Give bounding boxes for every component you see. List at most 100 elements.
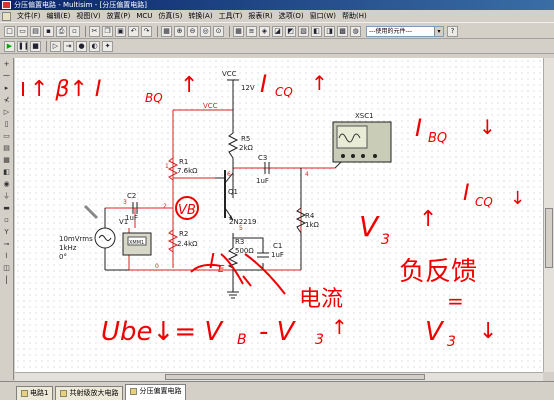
basic-icon[interactable]: ⁓ <box>1 71 12 82</box>
capacitor-c1[interactable]: C1 1uF <box>257 242 284 259</box>
electromech-icon[interactable]: ⊸ <box>1 239 12 250</box>
stop-simulation-icon[interactable]: ■ <box>30 40 41 52</box>
misc-icon[interactable]: ▬ <box>1 203 12 214</box>
place-hierarchical-icon[interactable]: ◫ <box>1 263 12 274</box>
component-wizard-icon[interactable]: ◈ <box>259 25 270 37</box>
zoom-fit-icon[interactable]: ⊙ <box>213 25 224 37</box>
indicator-icon[interactable]: ◉ <box>1 179 12 190</box>
circuit-file-icon <box>21 389 28 397</box>
spreadsheet-icon[interactable]: ▦ <box>233 25 244 37</box>
tab-voltage-divider-bias[interactable]: 分压偏置电路 <box>125 384 187 400</box>
transistor-q1[interactable]: Q1 2N2219 <box>215 170 257 226</box>
menu-mcu[interactable]: MCU <box>133 10 155 23</box>
debug-icon[interactable]: ◐ <box>89 40 100 52</box>
advanced-periph-icon[interactable]: ▫ <box>1 215 12 226</box>
new-file-icon[interactable]: □ <box>4 25 15 37</box>
undo-icon[interactable]: ↶ <box>128 25 139 37</box>
breakpoint-icon[interactable]: ● <box>76 40 87 52</box>
menu-tools[interactable]: 工具(T) <box>216 10 246 23</box>
help-button[interactable]: ? <box>447 25 458 37</box>
place-bus-icon[interactable]: ⎮ <box>1 275 12 286</box>
redo-icon[interactable]: ↷ <box>141 25 152 37</box>
document-tab-bar: 电路1 共射级放大电路 分压偏置电路 <box>0 381 554 400</box>
annot-icq-down: I <box>463 181 470 206</box>
mcu-icon[interactable]: ▤ <box>1 143 12 154</box>
transistor-icon[interactable]: ⊀ <box>1 95 12 106</box>
paste-icon[interactable]: ▣ <box>115 25 126 37</box>
ttl-icon[interactable]: ▯ <box>1 119 12 130</box>
vcc-source[interactable]: VCC 12V VCC <box>203 70 255 110</box>
menu-options[interactable]: 选项(O) <box>276 10 307 23</box>
schematic-canvas[interactable]: VCC 12V VCC R5 2kΩ R1 7.6kΩ R2 2.4kΩ R3 … <box>15 58 543 372</box>
document-icon[interactable] <box>2 11 11 21</box>
resistor-r5[interactable]: R5 2kΩ <box>227 132 254 159</box>
erc-icon[interactable]: ▧ <box>298 25 309 37</box>
chevron-down-icon[interactable]: ▾ <box>434 26 443 36</box>
open-file-icon[interactable]: ▭ <box>17 25 28 37</box>
copy-icon[interactable]: ❐ <box>102 25 113 37</box>
save-icon[interactable]: ▪ <box>43 25 54 37</box>
zoom-out-icon[interactable]: ⊖ <box>187 25 198 37</box>
menu-reports[interactable]: 报表(R) <box>245 10 275 23</box>
r1-ref: R1 <box>179 158 188 166</box>
diode-icon[interactable]: ▸ <box>1 83 12 94</box>
forward-annotate-icon[interactable]: ▩ <box>337 25 348 37</box>
horizontal-scrollbar[interactable] <box>15 372 543 381</box>
source-icon[interactable]: + <box>1 59 12 70</box>
cmos-icon[interactable]: ▭ <box>1 131 12 142</box>
tab-common-emitter[interactable]: 共射级放大电路 <box>55 386 124 400</box>
multimeter-xmm1[interactable]: XMM1 <box>83 204 152 256</box>
menu-place[interactable]: 放置(P) <box>104 10 134 23</box>
analog-icon[interactable]: ▷ <box>1 107 12 118</box>
menu-window[interactable]: 窗口(W) <box>307 10 339 23</box>
zoom-area-icon[interactable]: ◎ <box>200 25 211 37</box>
fuel-icon[interactable]: ◍ <box>350 25 361 37</box>
main-toolbar: □ ▭ ▤ ▪ ⎙ ▫ ✂ ❐ ▣ ↶ ↷ ▦ ⊕ ⊖ ◎ ⊙ ▦ ≡ ◈ ◪ … <box>0 24 554 39</box>
step-over-icon[interactable]: ⇥ <box>63 40 74 52</box>
fullscreen-icon[interactable]: ▦ <box>161 25 172 37</box>
step-icon[interactable]: ▷ <box>50 40 61 52</box>
tab-circuit1[interactable]: 电路1 <box>16 386 54 400</box>
c3-value: 1uF <box>256 177 269 185</box>
run-simulation-icon[interactable]: ▶ <box>4 40 15 52</box>
toolbar-separator <box>229 25 230 37</box>
probe-icon[interactable]: ✦ <box>102 40 113 52</box>
database-icon[interactable]: ≡ <box>246 25 257 37</box>
grapher-icon[interactable]: ◪ <box>272 25 283 37</box>
annot-ube-eq-arrow: ↑ <box>331 315 348 339</box>
misc-digital-icon[interactable]: ▦ <box>1 155 12 166</box>
power-icon[interactable]: ⏚ <box>1 191 12 202</box>
node-3: 3 <box>123 199 127 206</box>
capacitor-c3[interactable]: C3 1uF <box>256 154 270 185</box>
annot-current: 电流 <box>299 287 343 312</box>
r5-ref: R5 <box>241 135 250 143</box>
menu-view[interactable]: 视图(V) <box>73 10 103 23</box>
annotations: ↑ β↑ I BQ ↑ I CQ ↑ VB I BQ ↓ I CQ ↓ V 3 … <box>30 70 525 350</box>
menu-simulate[interactable]: 仿真(S) <box>155 10 185 23</box>
postprocessor-icon[interactable]: ◩ <box>285 25 296 37</box>
menu-help[interactable]: 帮助(H) <box>339 10 370 23</box>
back-annotate-icon[interactable]: ◨ <box>324 25 335 37</box>
vertical-scrollbar[interactable] <box>543 58 554 372</box>
resistor-r4[interactable]: R4 1kΩ <box>295 207 320 234</box>
in-use-component-list[interactable]: ---使用的元件--- ▾ <box>366 25 444 37</box>
cut-icon[interactable]: ✂ <box>89 25 100 37</box>
annotate-icon[interactable]: ◧ <box>311 25 322 37</box>
annot-icq-sub: CQ <box>275 85 293 99</box>
mixed-icon[interactable]: ◧ <box>1 167 12 178</box>
oscilloscope-xsc1[interactable]: XSC1 <box>332 112 392 163</box>
menu-transfer[interactable]: 转换(A) <box>185 10 215 23</box>
rf-icon[interactable]: Y <box>1 227 12 238</box>
ni-component-icon[interactable]: ⌇ <box>1 251 12 262</box>
print-preview-icon[interactable]: ▫ <box>69 25 80 37</box>
q1-ref: Q1 <box>228 188 238 196</box>
node-4: 4 <box>305 171 309 178</box>
horizontal-scroll-thumb[interactable] <box>165 374 425 380</box>
open-design-icon[interactable]: ▤ <box>30 25 41 37</box>
pause-simulation-icon[interactable]: ❚❚ <box>17 40 28 52</box>
menu-edit[interactable]: 编辑(E) <box>44 10 74 23</box>
menu-file[interactable]: 文件(F) <box>14 10 44 23</box>
vertical-scroll-thumb[interactable] <box>545 208 553 268</box>
print-icon[interactable]: ⎙ <box>56 25 67 37</box>
zoom-in-icon[interactable]: ⊕ <box>174 25 185 37</box>
